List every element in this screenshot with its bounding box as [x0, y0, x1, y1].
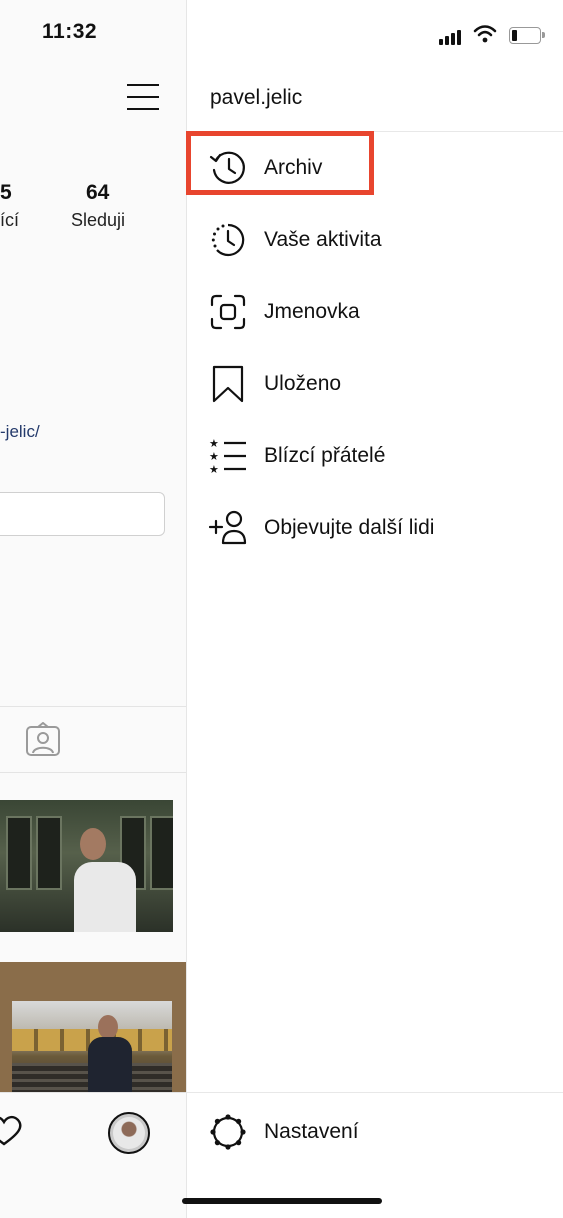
archive-highlight-box — [186, 131, 374, 195]
svg-text:★: ★ — [209, 437, 219, 450]
add-person-icon — [209, 510, 247, 545]
menu-item-nametag[interactable]: Jmenovka — [187, 283, 563, 343]
heart-icon[interactable] — [0, 1115, 36, 1147]
status-time: 11:32 — [42, 20, 98, 43]
status-icons — [439, 25, 545, 45]
close-friends-icon: ★ ★ ★ — [209, 437, 246, 475]
wifi-icon — [473, 25, 497, 43]
tagged-icon[interactable] — [25, 722, 61, 758]
activity-icon — [211, 223, 245, 257]
menu-item-settings[interactable]: Nastavení — [187, 1103, 563, 1163]
menu-item-label: Objevujte další lidi — [264, 516, 435, 539]
menu-item-label: Vaše aktivita — [264, 228, 382, 251]
menu-icon[interactable] — [127, 84, 159, 112]
profile-link[interactable]: -jelic/ — [0, 422, 40, 442]
svg-text:★: ★ — [209, 463, 219, 475]
menu-item-label: Nastavení — [264, 1120, 359, 1143]
post-thumbnail[interactable] — [12, 1001, 172, 1093]
svg-text:★: ★ — [209, 450, 219, 463]
menu-item-saved[interactable]: Uloženo — [187, 355, 563, 415]
followers-label[interactable]: ící — [0, 210, 19, 231]
home-indicator[interactable] — [182, 1198, 382, 1204]
menu-username: pavel.jelic — [210, 86, 303, 109]
menu-item-activity[interactable]: Vaše aktivita — [187, 211, 563, 271]
menu-item-discover-people[interactable]: Objevujte další lidi — [187, 499, 563, 559]
nametag-icon — [210, 294, 246, 330]
settings-icon — [210, 1114, 246, 1150]
edit-profile-button[interactable] — [0, 492, 165, 536]
menu-item-label: Jmenovka — [264, 300, 360, 323]
menu-footer-divider — [187, 1092, 563, 1093]
bookmark-icon — [212, 365, 244, 403]
tabs-divider-bottom — [0, 772, 186, 773]
bottom-nav — [0, 1092, 186, 1218]
tabs-divider-top — [0, 706, 186, 707]
following-count[interactable]: 64 — [86, 181, 109, 205]
menu-item-label: Blízcí přátelé — [264, 444, 386, 467]
followers-count[interactable]: 5 — [0, 181, 12, 205]
menu-item-close-friends[interactable]: ★ ★ ★ Blízcí přátelé — [187, 427, 563, 487]
following-label[interactable]: Sleduji — [71, 210, 125, 231]
menu-item-label: Uloženo — [264, 372, 342, 395]
battery-icon — [509, 27, 545, 44]
profile-panel[interactable]: 11:32 5 ící 64 Sleduji -jelic/ — [0, 0, 187, 1218]
post-thumbnail[interactable] — [0, 800, 173, 932]
profile-avatar[interactable] — [108, 1112, 150, 1154]
